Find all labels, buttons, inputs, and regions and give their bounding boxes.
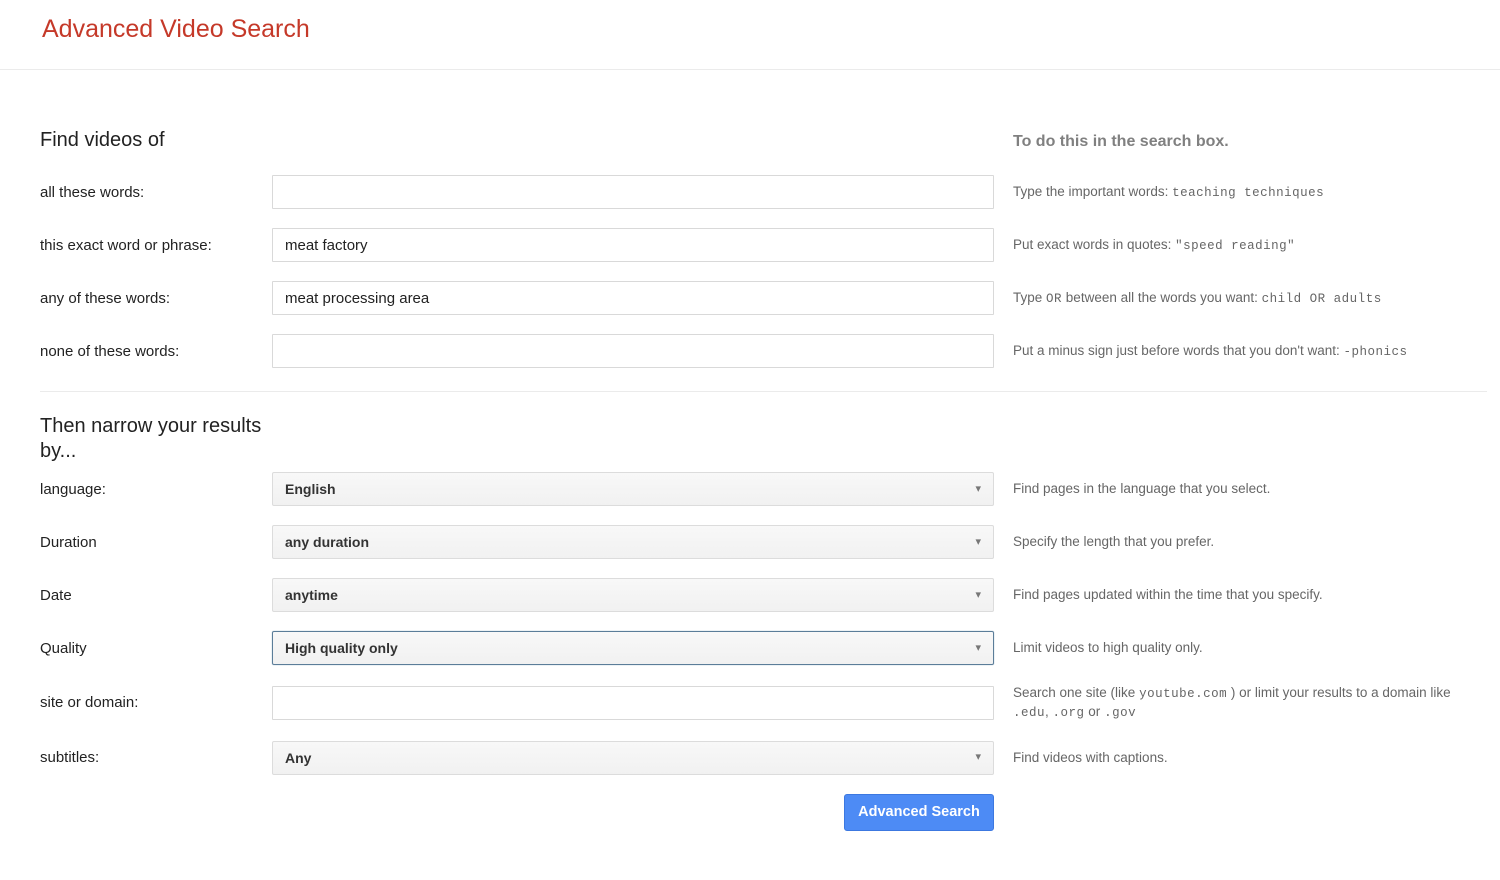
section-divider (40, 391, 1487, 392)
site-or-domain-input[interactable] (272, 686, 994, 720)
all-these-words-input[interactable] (272, 175, 994, 209)
duration-selected-value: any duration (285, 534, 369, 550)
date-select[interactable]: anytime ▾ (272, 578, 994, 612)
exact-word-or-phrase-input[interactable] (272, 228, 994, 262)
search-box-hint-heading: To do this in the search box. (994, 133, 1487, 151)
subtitles-selected-value: Any (285, 750, 311, 766)
form-row-language: language: English ▾ Find pages in the langu… (40, 472, 1487, 506)
form-row-subtitles: subtitles: Any ▾ Find videos with captions. (40, 741, 1487, 775)
language-field-cell: English ▾ (272, 472, 994, 506)
date-field-cell: anytime ▾ (272, 578, 994, 612)
form-row-exact-word-or-phrase: this exact word or phrase: Put exact word… (40, 228, 1487, 262)
form-row-none-of-these-words: none of these words: Put a minus sign jus… (40, 334, 1487, 368)
quality-hint: Limit videos to high quality only. (994, 639, 1474, 657)
none-of-these-words-hint: Put a minus sign just before words that … (994, 342, 1474, 361)
any-of-these-words-label: any of these words: (40, 290, 272, 307)
all-these-words-hint: Type the important words: teaching techn… (994, 183, 1474, 202)
date-selected-value: anytime (285, 587, 338, 603)
button-row: Advanced Search (40, 794, 1487, 831)
subtitles-hint: Find videos with captions. (994, 749, 1474, 767)
advanced-search-button[interactable]: Advanced Search (844, 794, 994, 831)
site-or-domain-field-cell (272, 686, 994, 720)
find-section-rows: all these words: Type the important words… (40, 175, 1487, 368)
dropdown-arrow-icon: ▾ (975, 643, 981, 654)
dropdown-arrow-icon: ▾ (975, 537, 981, 548)
dropdown-arrow-icon: ▾ (975, 484, 981, 495)
form-row-duration: Duration any duration ▾ Specify the length … (40, 525, 1487, 559)
find-videos-heading: Find videos of (40, 129, 994, 152)
site-or-domain-hint: Search one site (like youtube.com ) or l… (994, 684, 1474, 722)
site-or-domain-label: site or domain: (40, 694, 272, 711)
main-content: Find videos of To do this in the search … (0, 129, 1500, 831)
form-row-date: Date anytime ▾ Find pages updated within th… (40, 578, 1487, 612)
dropdown-arrow-icon: ▾ (975, 752, 981, 763)
quality-label: Quality (40, 640, 272, 657)
all-these-words-label: all these words: (40, 184, 272, 201)
subtitles-field-cell: Any ▾ (272, 741, 994, 775)
any-of-these-words-hint: Type OR between all the words you want: … (994, 289, 1474, 308)
language-selected-value: English (285, 481, 336, 497)
page-header: Advanced Video Search (0, 0, 1500, 70)
form-row-all-these-words: all these words: Type the important words… (40, 175, 1487, 209)
date-hint: Find pages updated within the time that … (994, 586, 1474, 604)
narrow-section-rows: language: English ▾ Find pages in the langu… (40, 472, 1487, 775)
none-of-these-words-field-cell (272, 334, 994, 368)
exact-word-or-phrase-label: this exact word or phrase: (40, 237, 272, 254)
form-row-quality: Quality High quality only ▾ Limit videos to… (40, 631, 1487, 665)
subtitles-select[interactable]: Any ▾ (272, 741, 994, 775)
none-of-these-words-label: none of these words: (40, 343, 272, 360)
any-of-these-words-field-cell (272, 281, 994, 315)
narrow-results-heading: Then narrow your results by... (40, 414, 302, 464)
language-label: language: (40, 481, 272, 498)
quality-select[interactable]: High quality only ▾ (272, 631, 994, 665)
page-title: Advanced Video Search (42, 13, 310, 56)
language-select[interactable]: English ▾ (272, 472, 994, 506)
duration-field-cell: any duration ▾ (272, 525, 994, 559)
quality-selected-value: High quality only (285, 640, 398, 656)
dropdown-arrow-icon: ▾ (975, 590, 981, 601)
date-label: Date (40, 587, 272, 604)
quality-field-cell: High quality only ▾ (272, 631, 994, 665)
find-section-header: Find videos of To do this in the search … (40, 129, 1487, 152)
none-of-these-words-input[interactable] (272, 334, 994, 368)
form-row-site-or-domain: site or domain: Search one site (like you… (40, 684, 1487, 722)
form-row-any-of-these-words: any of these words: Type OR between all t… (40, 281, 1487, 315)
subtitles-label: subtitles: (40, 749, 272, 766)
any-of-these-words-input[interactable] (272, 281, 994, 315)
duration-label: Duration (40, 534, 272, 551)
duration-hint: Specify the length that you prefer. (994, 533, 1474, 551)
exact-word-or-phrase-hint: Put exact words in quotes: "speed readin… (994, 236, 1474, 255)
language-hint: Find pages in the language that you sele… (994, 480, 1474, 498)
exact-word-or-phrase-field-cell (272, 228, 994, 262)
all-these-words-field-cell (272, 175, 994, 209)
duration-select[interactable]: any duration ▾ (272, 525, 994, 559)
